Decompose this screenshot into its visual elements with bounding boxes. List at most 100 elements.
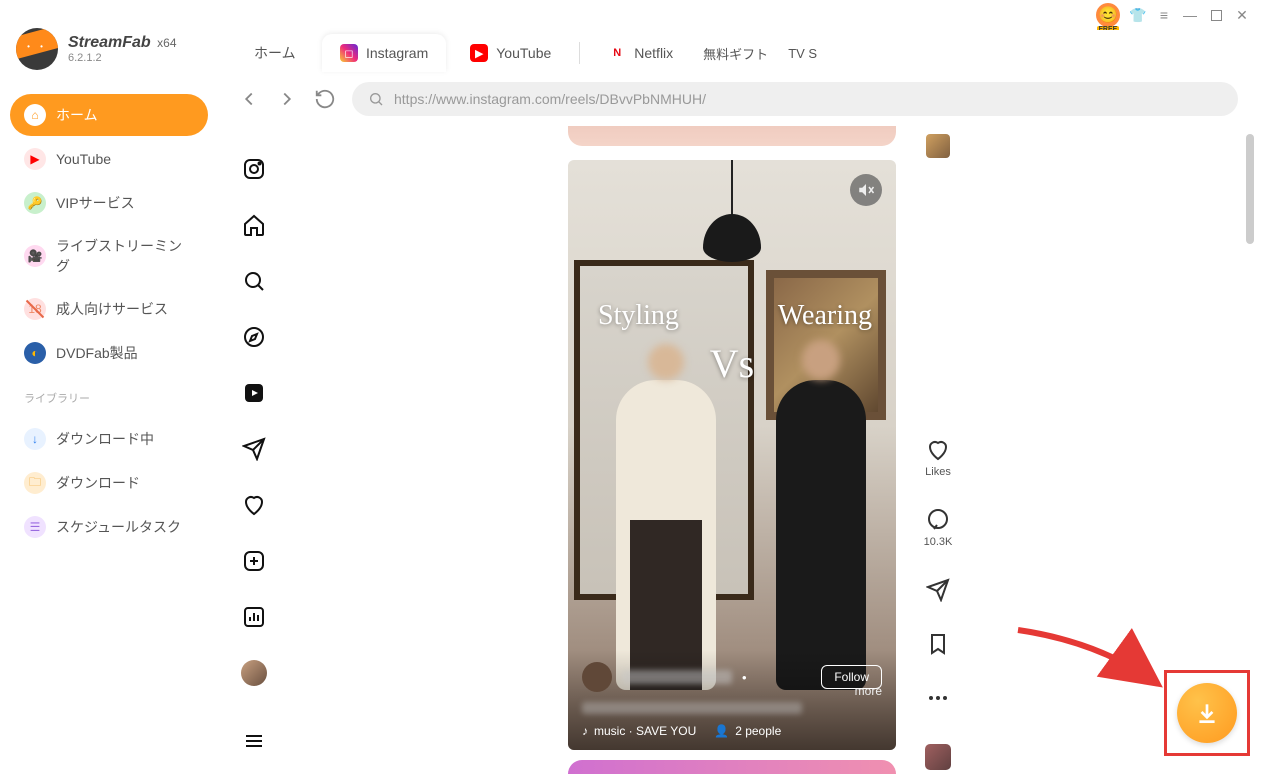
sidebar-item-label: ホーム xyxy=(56,105,98,125)
reel-actions: Likes 10.3K xyxy=(914,134,962,770)
sidebar-item-dvdfab[interactable]: ◐ DVDFab製品 xyxy=(10,332,208,374)
caption-blurred xyxy=(582,702,802,714)
tab-netflix[interactable]: N Netflix xyxy=(590,34,691,72)
mute-button[interactable] xyxy=(850,174,882,206)
url-input[interactable] xyxy=(394,91,1222,107)
people-chip[interactable]: 👤 2 people xyxy=(714,724,781,738)
app-sidebar: StreamFab x64 6.2.1.2 ⌂ ホーム ▶ YouTube 🔑 … xyxy=(0,0,218,762)
sidebar-item-label: DVDFab製品 xyxy=(56,343,138,363)
browser-viewport: Styling Wearing Vs • Follow more xyxy=(218,126,1258,774)
key-icon: 🔑 xyxy=(24,192,46,214)
browser-tabs: ホーム ◻ Instagram ▶ YouTube N Netflix 無料ギフ… xyxy=(218,30,1258,76)
person-right xyxy=(776,380,866,690)
author-avatar[interactable] xyxy=(582,662,612,692)
instagram-side-rail xyxy=(218,126,290,774)
sidebar-item-live[interactable]: 🎥 ライブストリーミング xyxy=(10,226,208,286)
sidebar-item-label: ダウンロード中 xyxy=(56,429,154,449)
tabs-extra-tvs[interactable]: TV S xyxy=(788,46,817,61)
like-button[interactable]: Likes xyxy=(925,438,951,478)
instagram-icon: ◻ xyxy=(340,44,358,62)
search-icon xyxy=(368,91,384,107)
camera-icon: 🎥 xyxy=(24,245,46,267)
ig-explore-icon[interactable] xyxy=(241,324,267,350)
sidebar-item-label: VIPサービス xyxy=(56,193,135,213)
library-header: ライブラリー xyxy=(10,374,208,412)
schedule-icon: ☰ xyxy=(24,516,46,538)
more-options-button[interactable] xyxy=(926,686,950,710)
overlay-text-wearing: Wearing xyxy=(778,300,872,332)
sidebar-item-schedule[interactable]: ☰ スケジュールタスク xyxy=(10,506,208,548)
audio-thumb[interactable] xyxy=(925,744,951,770)
ig-menu-icon[interactable] xyxy=(241,728,267,754)
app-version: 6.2.1.2 xyxy=(68,52,177,64)
sidebar-item-downloading[interactable]: ↓ ダウンロード中 xyxy=(10,418,208,460)
forward-button[interactable] xyxy=(276,88,298,110)
main-area: ホーム ◻ Instagram ▶ YouTube N Netflix 無料ギフ… xyxy=(218,30,1258,762)
comments-count: 10.3K xyxy=(924,536,953,548)
sidebar-item-youtube[interactable]: ▶ YouTube xyxy=(10,138,208,180)
window-titlebar: 😊 👕 ≡ — ✕ xyxy=(1096,0,1262,30)
dvdfab-icon: ◐ xyxy=(24,342,46,364)
download-fab-highlight xyxy=(1164,670,1250,756)
music-chip[interactable]: ♪ music · SAVE YOU xyxy=(582,724,696,738)
next-reel-strip[interactable] xyxy=(568,760,896,774)
url-bar[interactable] xyxy=(352,82,1238,116)
sidebar-item-downloads-folder[interactable]: 🗀 ダウンロード xyxy=(10,462,208,504)
sidebar-item-home[interactable]: ⌂ ホーム xyxy=(10,94,208,136)
reload-button[interactable] xyxy=(314,88,336,110)
overlay-text-styling: Styling xyxy=(598,300,679,332)
save-button[interactable] xyxy=(926,632,950,656)
adult-blocked-icon: 18 xyxy=(24,298,46,320)
maximize-button[interactable] xyxy=(1208,7,1224,23)
tab-youtube[interactable]: ▶ YouTube xyxy=(452,34,569,72)
download-progress-icon: ↓ xyxy=(24,428,46,450)
ig-create-icon[interactable] xyxy=(241,548,267,574)
menu-icon[interactable]: ≡ xyxy=(1156,7,1172,23)
prev-reel-thumb[interactable] xyxy=(926,134,950,158)
sidebar-item-label: ライブストリーミング xyxy=(56,236,194,276)
tab-instagram[interactable]: ◻ Instagram xyxy=(322,34,446,72)
caption-more[interactable]: more xyxy=(855,684,882,698)
lamp-decor xyxy=(731,160,733,218)
tab-separator xyxy=(579,42,580,64)
app-logo-icon xyxy=(16,28,58,70)
back-button[interactable] xyxy=(238,88,260,110)
home-icon: ⌂ xyxy=(24,104,46,126)
overlay-text-vs: Vs xyxy=(710,340,754,387)
share-button[interactable] xyxy=(926,578,950,602)
likes-label: Likes xyxy=(925,466,951,478)
reel-overlay-bottom: • Follow more ♪ music · SAVE YOU 👤 2 peo… xyxy=(568,650,896,750)
prev-reel-strip[interactable] xyxy=(568,126,896,146)
sidebar-item-label: 成人向けサービス xyxy=(56,299,168,319)
ig-home-icon[interactable] xyxy=(241,212,267,238)
browser-toolbar xyxy=(218,76,1258,126)
feed-column: Styling Wearing Vs • Follow more xyxy=(290,126,1258,774)
instagram-logo-icon[interactable] xyxy=(241,156,267,182)
scrollbar-thumb[interactable] xyxy=(1246,134,1254,244)
comment-button[interactable]: 10.3K xyxy=(924,508,953,548)
minimize-button[interactable]: — xyxy=(1182,7,1198,23)
sidebar-item-adult[interactable]: 18 成人向けサービス xyxy=(10,288,208,330)
app-name: StreamFab x64 xyxy=(68,34,177,52)
reel-video[interactable]: Styling Wearing Vs • Follow more xyxy=(568,160,896,750)
tshirt-icon[interactable]: 👕 xyxy=(1130,7,1146,23)
download-button[interactable] xyxy=(1177,683,1237,743)
person-left xyxy=(616,380,716,690)
app-logo-row: StreamFab x64 6.2.1.2 xyxy=(10,20,208,88)
sidebar-item-label: YouTube xyxy=(56,151,111,167)
ig-profile-avatar[interactable] xyxy=(241,660,267,686)
sidebar-item-vip[interactable]: 🔑 VIPサービス xyxy=(10,182,208,224)
tabs-extra-gift[interactable]: 無料ギフト xyxy=(703,44,768,63)
sidebar-item-label: スケジュールタスク xyxy=(56,517,181,537)
ig-reels-icon[interactable] xyxy=(241,380,267,406)
ig-search-icon[interactable] xyxy=(241,268,267,294)
netflix-icon: N xyxy=(608,44,626,62)
ig-likes-icon[interactable] xyxy=(241,492,267,518)
ig-insights-icon[interactable] xyxy=(241,604,267,630)
tab-home[interactable]: ホーム xyxy=(236,33,316,73)
free-badge-icon[interactable]: 😊 xyxy=(1096,3,1120,27)
ig-messages-icon[interactable] xyxy=(241,436,267,462)
author-name-blurred xyxy=(622,670,732,684)
sidebar-item-label: ダウンロード xyxy=(56,473,140,493)
close-button[interactable]: ✕ xyxy=(1234,7,1250,23)
